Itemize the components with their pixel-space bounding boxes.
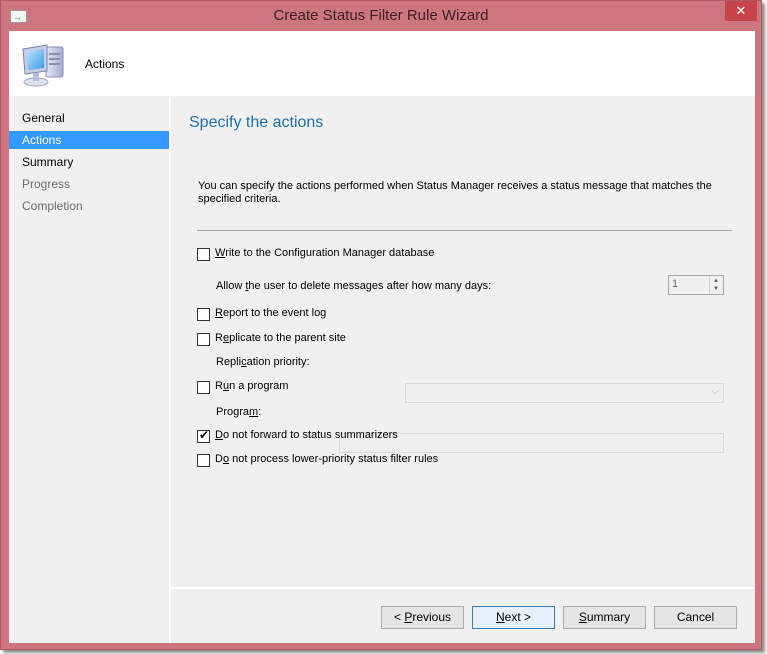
wizard-window: → Create Status Filter Rule Wizard ✕ Act… [0,0,762,650]
close-button[interactable]: ✕ [725,1,757,21]
nav-item-actions[interactable]: Actions [9,131,169,149]
wizard-client: Actions General Actions Summary Progress… [9,31,755,643]
spinner-down-icon[interactable]: ▼ [713,285,719,293]
chevron-down-icon[interactable]: ⌵ [711,386,719,397]
separator [197,230,732,231]
event-log-checkbox[interactable] [197,308,210,321]
spinner-buttons[interactable]: ▲ ▼ [709,276,723,294]
page-description: You can specify the actions performed wh… [198,180,712,205]
close-icon: ✕ [735,3,747,18]
delete-days-label: Allow the user to delete messages after … [216,280,492,292]
nav-item-summary[interactable]: Summary [9,153,169,171]
nav-item-progress: Progress [22,177,71,191]
no-forward-label[interactable]: Do not forward to status summarizers [215,429,398,441]
write-db-checkbox[interactable] [197,248,210,261]
program-label: Program: [216,406,262,418]
computer-icon [22,44,64,87]
run-program-label[interactable]: Run a program [215,380,288,392]
header-title: Actions [85,57,125,71]
write-db-label[interactable]: Write to the Configuration Manager datab… [215,247,434,259]
spinner-up-icon[interactable]: ▲ [713,277,719,285]
delete-days-value[interactable]: 1 [672,278,678,290]
no-lower-checkbox[interactable] [197,454,210,467]
delete-days-spinner[interactable]: 1 ▲ ▼ [668,275,724,295]
cancel-button[interactable]: Cancel [654,606,737,629]
nav-item-general[interactable]: General [9,109,169,127]
event-log-label[interactable]: Report to the event log [215,307,326,319]
wizard-nav: General Actions Summary Progress Complet… [9,97,169,643]
wizard-footer: < Previous Next > Summary Cancel [171,589,755,643]
page-title: Specify the actions [189,114,324,131]
replication-priority-select[interactable]: ⌵ [405,383,724,403]
wizard-header: Actions [9,31,755,96]
wizard-content: Specify the actions You can specify the … [171,97,755,587]
summary-button[interactable]: Summary [563,606,646,629]
title-bar[interactable]: → Create Status Filter Rule Wizard ✕ [1,1,761,31]
nav-item-completion: Completion [22,199,83,213]
previous-button[interactable]: < Previous [381,606,464,629]
no-lower-label[interactable]: Do not process lower-priority status fil… [215,453,438,465]
window-title: Create Status Filter Rule Wizard [273,7,489,24]
run-program-checkbox[interactable] [197,381,210,394]
replicate-checkbox[interactable] [197,333,210,346]
no-forward-checkbox[interactable]: ✔ [197,428,210,443]
replicate-label[interactable]: Replicate to the parent site [215,332,346,344]
next-button[interactable]: Next > [472,606,555,629]
replication-priority-label: Replication priority: [216,356,310,368]
checkmark-icon: ✔ [199,428,210,442]
